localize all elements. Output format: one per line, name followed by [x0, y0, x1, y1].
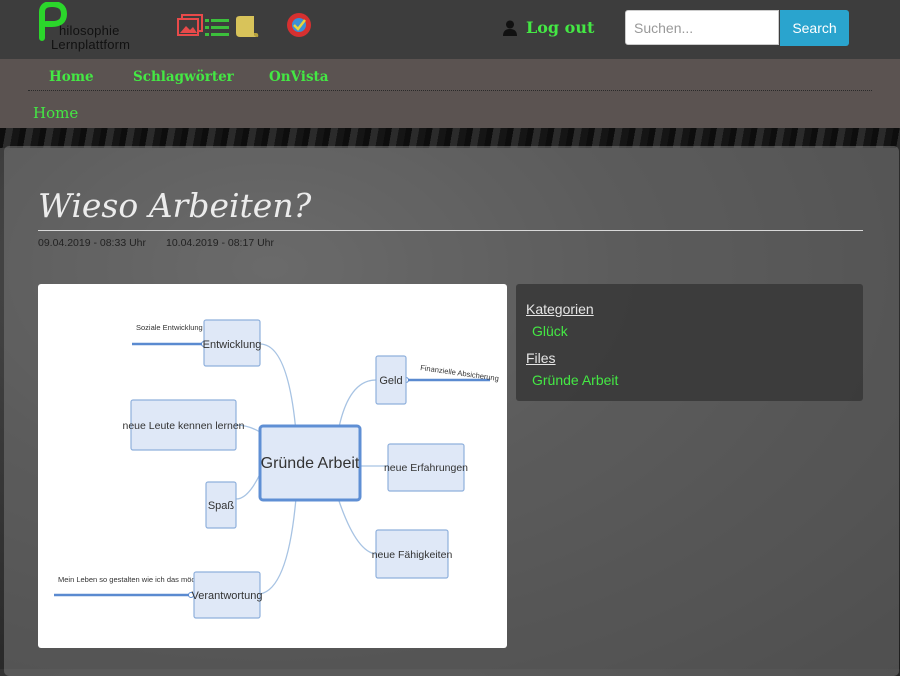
- logout-label: Log out: [526, 18, 595, 37]
- created-date: 09.04.2019 - 08:33 Uhr: [38, 237, 146, 249]
- site-logo[interactable]: hilosophie Lernplattform: [36, 2, 166, 54]
- mindmap-diagram: Soziale Entwicklung Finanzielle Absicher…: [54, 319, 499, 619]
- nav-divider: [28, 90, 872, 91]
- node-spass: Spaß: [208, 500, 235, 512]
- category-link[interactable]: Glück: [532, 323, 568, 339]
- node-neue-faehigkeiten: neue Fähigkeiten: [372, 549, 453, 561]
- search-input[interactable]: [625, 10, 779, 45]
- node-verantwortung: Verantwortung: [192, 590, 263, 602]
- file-link[interactable]: Gründe Arbeit: [532, 372, 618, 388]
- mindmap-image[interactable]: Soziale Entwicklung Finanzielle Absicher…: [38, 284, 507, 648]
- node-entwicklung: Entwicklung: [203, 339, 262, 351]
- note-soziale-entwicklung: Soziale Entwicklung: [136, 323, 203, 332]
- nav-item-schlagwoerter[interactable]: Schlagwörter: [133, 69, 234, 85]
- list-icon[interactable]: [205, 17, 229, 42]
- scroll-icon[interactable]: [232, 15, 260, 44]
- nav-item-onvista[interactable]: OnVista: [269, 69, 329, 85]
- categories-heading: Kategorien: [526, 301, 594, 317]
- breadcrumb[interactable]: Home: [33, 104, 78, 122]
- badge-icon[interactable]: [285, 11, 313, 44]
- logout-link[interactable]: Log out: [502, 18, 594, 37]
- background-trees: [0, 128, 900, 148]
- node-neue-erfahrungen: neue Erfahrungen: [384, 462, 468, 474]
- search-button[interactable]: Search: [780, 10, 849, 46]
- node-neue-leute: neue Leute kennen lernen: [122, 420, 244, 432]
- logo-text-line2: Lernplattform: [51, 37, 131, 52]
- gallery-icon[interactable]: [177, 14, 203, 41]
- title-divider: [38, 230, 863, 231]
- note-verantwortung: Mein Leben so gestalten wie ich das möch…: [58, 575, 206, 584]
- top-bar: hilosophie Lernplattform Log out Search: [0, 0, 900, 59]
- logo-text-line1: hilosophie: [59, 23, 120, 38]
- user-icon: [503, 20, 517, 36]
- page-title: Wieso Arbeiten?: [38, 186, 312, 225]
- info-box: Kategorien Glück Files Gründe Arbeit: [516, 284, 863, 401]
- files-heading: Files: [526, 350, 556, 366]
- nav-item-home[interactable]: Home: [49, 69, 94, 85]
- node-center-label: Gründe Arbeit: [261, 455, 360, 472]
- node-geld: Geld: [379, 375, 402, 387]
- nav-bar: Home Schlagwörter OnVista Home: [0, 59, 900, 128]
- updated-date: 10.04.2019 - 08:17 Uhr: [166, 237, 274, 249]
